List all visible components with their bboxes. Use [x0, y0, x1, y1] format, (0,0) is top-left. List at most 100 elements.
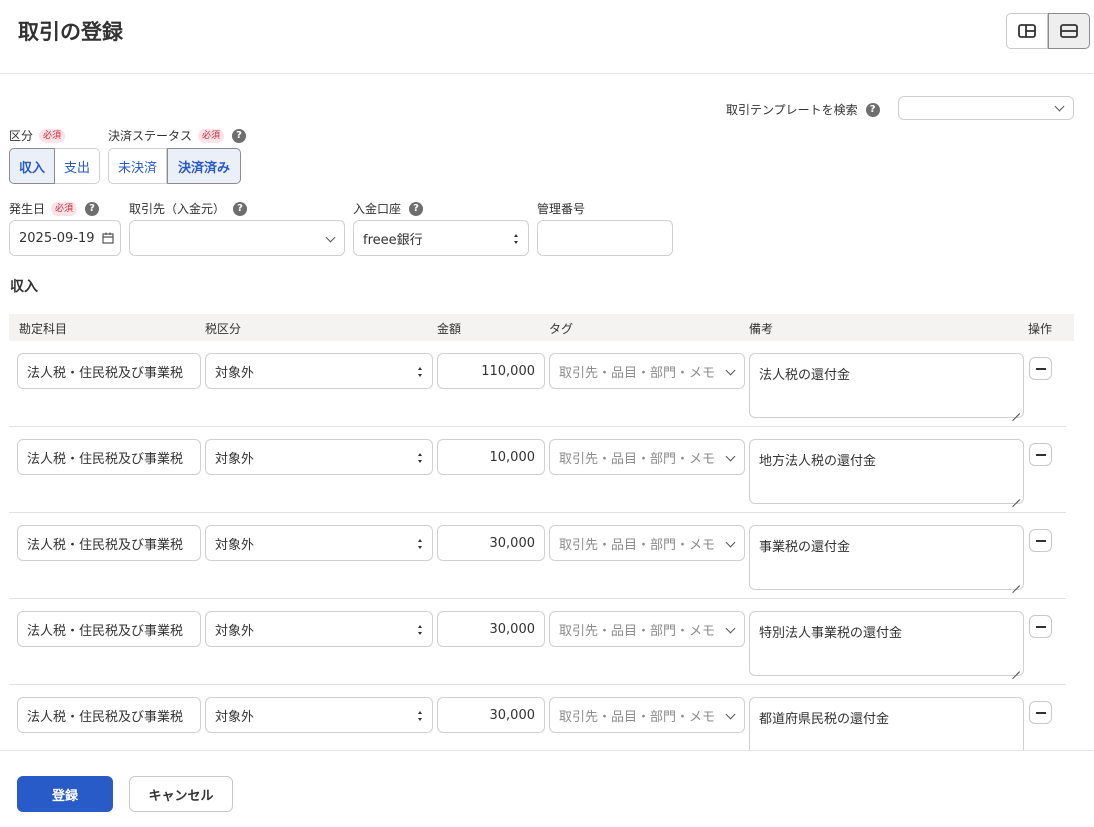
account-item-input[interactable]: 法人税・住民税及び事業税	[17, 697, 201, 733]
select-arrows-icon	[418, 453, 423, 463]
status-unsettled-button[interactable]: 未決済	[108, 148, 167, 184]
remove-row-button[interactable]	[1029, 701, 1052, 724]
tax-select[interactable]: 対象外	[205, 439, 433, 475]
minus-icon	[1036, 712, 1046, 714]
table-row: 法人税・住民税及び事業税 対象外 30,000 取引先・品目・部門・メモ 事業税…	[0, 513, 1094, 599]
mgmt-number-input[interactable]	[537, 220, 673, 256]
memo-textarea[interactable]: 特別法人事業税の還付金	[749, 611, 1024, 676]
question-icon[interactable]: ?	[409, 201, 424, 216]
select-arrows-icon	[418, 367, 423, 377]
account-item-input[interactable]: 法人税・住民税及び事業税	[17, 525, 201, 561]
partner-label: 取引先（入金元） ?	[129, 200, 248, 217]
amount-input[interactable]: 110,000	[437, 353, 545, 389]
remove-row-button[interactable]	[1029, 615, 1052, 638]
tag-select[interactable]: 取引先・品目・部門・メモ	[549, 525, 745, 561]
tax-select[interactable]: 対象外	[205, 697, 433, 733]
chevron-down-icon	[325, 232, 336, 243]
cancel-button[interactable]: キャンセル	[129, 776, 233, 812]
col-tax: 税区分	[205, 322, 242, 336]
mgmt-label: 管理番号	[537, 202, 586, 216]
memo-textarea[interactable]: 地方法人税の還付金	[749, 439, 1024, 504]
account-item-input[interactable]: 法人税・住民税及び事業税	[17, 611, 201, 647]
type-label: 区分 必須	[9, 127, 66, 144]
select-arrows-icon	[514, 234, 519, 244]
tag-select[interactable]: 取引先・品目・部門・メモ	[549, 697, 745, 733]
line-items: 法人税・住民税及び事業税 対象外 110,000 取引先・品目・部門・メモ 法人…	[0, 341, 1094, 750]
question-icon[interactable]: ?	[233, 201, 248, 216]
type-expense-button[interactable]: 支出	[55, 148, 100, 184]
memo-textarea[interactable]: 事業税の還付金	[749, 525, 1024, 590]
amount-input[interactable]: 30,000	[437, 697, 545, 733]
template-search-label: 取引テンプレートを検索 ?	[726, 101, 880, 118]
required-badge: 必須	[51, 201, 78, 216]
minus-icon	[1036, 454, 1046, 456]
page-title: 取引の登録	[18, 20, 123, 44]
remove-row-button[interactable]	[1029, 443, 1052, 466]
table-row: 法人税・住民税及び事業税 対象外 10,000 取引先・品目・部門・メモ 地方法…	[0, 427, 1094, 513]
status-toggle: 未決済 決済済み	[108, 148, 241, 184]
question-icon[interactable]: ?	[232, 128, 247, 143]
resize-grip-icon[interactable]	[1012, 664, 1020, 672]
chevron-down-icon	[725, 365, 736, 376]
remove-row-button[interactable]	[1029, 357, 1052, 380]
partner-select[interactable]	[129, 220, 345, 256]
select-arrows-icon	[418, 625, 423, 635]
table-row: 法人税・住民税及び事業税 対象外 110,000 取引先・品目・部門・メモ 法人…	[0, 341, 1094, 427]
chevron-down-icon	[725, 451, 736, 462]
account-item-input[interactable]: 法人税・住民税及び事業税	[17, 439, 201, 475]
table-header: 勘定科目 税区分 金額 タグ 備考 操作	[9, 314, 1074, 341]
date-input[interactable]: 2025-09-19	[9, 220, 121, 256]
question-icon[interactable]: ?	[865, 102, 880, 117]
col-tag: タグ	[549, 322, 574, 336]
split-view-icon	[1018, 24, 1036, 38]
amount-input[interactable]: 10,000	[437, 439, 545, 475]
table-row: 法人税・住民税及び事業税 対象外 30,000 取引先・品目・部門・メモ 都道府…	[0, 685, 1094, 750]
tag-select[interactable]: 取引先・品目・部門・メモ	[549, 611, 745, 647]
amount-input[interactable]: 30,000	[437, 611, 545, 647]
view-toggle	[1006, 13, 1090, 49]
minus-icon	[1036, 540, 1046, 542]
section-title: 収入	[10, 279, 38, 295]
status-label: 決済ステータス 必須 ?	[108, 127, 247, 144]
table-row: 法人税・住民税及び事業税 対象外 30,000 取引先・品目・部門・メモ 特別法…	[0, 599, 1094, 685]
split-view-button[interactable]	[1006, 13, 1048, 49]
account-item-input[interactable]: 法人税・住民税及び事業税	[17, 353, 201, 389]
chevron-down-icon	[725, 623, 736, 634]
col-memo: 備考	[749, 322, 774, 336]
tag-select[interactable]: 取引先・品目・部門・メモ	[549, 439, 745, 475]
required-badge: 必須	[39, 128, 66, 143]
stacked-view-button[interactable]	[1048, 13, 1090, 49]
tax-select[interactable]: 対象外	[205, 611, 433, 647]
tax-select[interactable]: 対象外	[205, 525, 433, 561]
calendar-icon[interactable]	[102, 232, 114, 244]
stacked-view-icon	[1060, 24, 1078, 38]
col-amount: 金額	[437, 322, 462, 336]
minus-icon	[1036, 626, 1046, 628]
resize-grip-icon[interactable]	[1012, 578, 1020, 586]
chevron-down-icon	[725, 709, 736, 720]
account-label: 入金口座 ?	[353, 200, 424, 217]
amount-input[interactable]: 30,000	[437, 525, 545, 561]
required-badge: 必須	[198, 128, 225, 143]
chevron-down-icon	[1054, 101, 1065, 112]
select-arrows-icon	[418, 711, 423, 721]
chevron-down-icon	[725, 537, 736, 548]
page-header: 取引の登録	[0, 0, 1094, 74]
remove-row-button[interactable]	[1029, 529, 1052, 552]
status-settled-button[interactable]: 決済済み	[167, 148, 241, 184]
tax-select[interactable]: 対象外	[205, 353, 433, 389]
deposit-account-select[interactable]: freee銀行	[353, 220, 529, 256]
resize-grip-icon[interactable]	[1012, 492, 1020, 500]
question-icon[interactable]: ?	[85, 201, 100, 216]
template-search-select[interactable]	[898, 96, 1074, 120]
resize-grip-icon[interactable]	[1012, 406, 1020, 414]
memo-textarea[interactable]: 法人税の還付金	[749, 353, 1024, 418]
footer-bar: 登録 キャンセル	[0, 750, 1094, 827]
minus-icon	[1036, 368, 1046, 370]
select-arrows-icon	[418, 539, 423, 549]
tag-select[interactable]: 取引先・品目・部門・メモ	[549, 353, 745, 389]
memo-textarea[interactable]: 都道府県民税の還付金	[749, 697, 1024, 750]
type-toggle: 収入 支出	[9, 148, 100, 184]
submit-button[interactable]: 登録	[17, 776, 113, 812]
type-income-button[interactable]: 収入	[9, 148, 55, 184]
